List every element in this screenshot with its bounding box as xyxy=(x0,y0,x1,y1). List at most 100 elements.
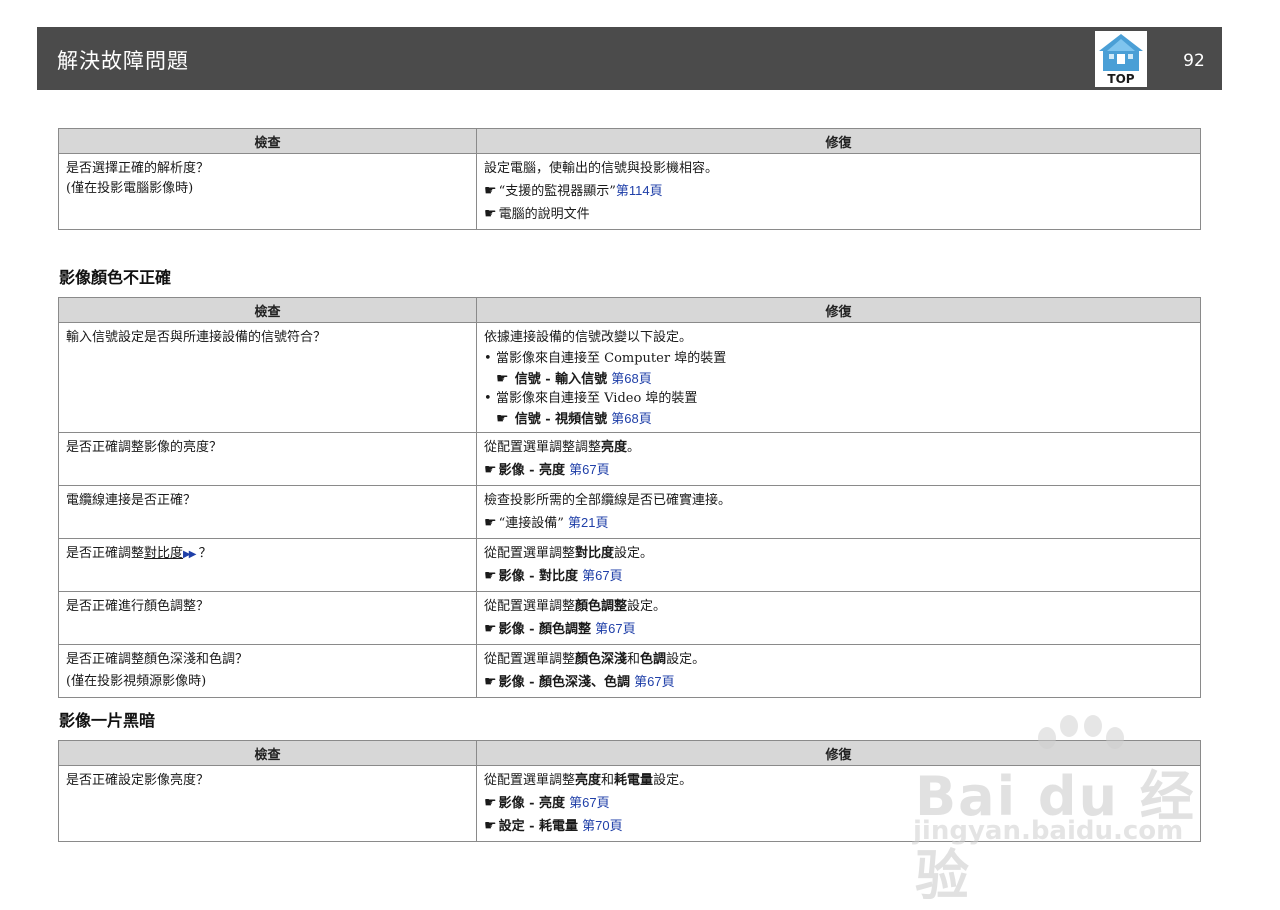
table-header-row: 檢查 修復 xyxy=(58,740,1201,766)
section-title: 影像顏色不正確 xyxy=(59,268,172,287)
page-number: 92 xyxy=(1183,51,1205,71)
setting-name: 色調 xyxy=(640,652,667,667)
menu-path-line: ☛ 影像 - 顏色深淺、色調 第67頁 xyxy=(484,671,1193,694)
fix-text-part: 從配置選單調整 xyxy=(484,773,576,788)
fix-ref-line: ☛ “連接設備” 第21頁 xyxy=(484,512,1193,535)
check-cell: 是否正確進行顏色調整？ xyxy=(58,591,477,645)
menu-path: 影像 - 亮度 xyxy=(498,463,566,478)
glossary-link[interactable]: 對比度 xyxy=(144,546,183,561)
fix-text-part: 和 xyxy=(601,773,615,788)
fix-text-part: 從配置選單調整調整 xyxy=(484,440,602,455)
table-row: 是否正確進行顏色調整？ 從配置選單調整顏色調整設定。 ☛ 影像 - 顏色調整 第6… xyxy=(58,591,1201,645)
menu-path-line: ☛ 信號 - 輸入信號 第68頁 xyxy=(484,369,1193,389)
check-text: 是否正確調整影像的亮度？ xyxy=(66,440,223,455)
fix-text: 從配置選單調整亮度和耗電量設定。 xyxy=(484,770,1193,792)
menu-path: 信號 - 輸入信號 xyxy=(514,372,608,387)
check-note: (僅在投影電腦影像時) xyxy=(66,181,194,196)
menu-path: 影像 - 對比度 xyxy=(498,569,579,584)
top-button[interactable]: TOP xyxy=(1095,31,1147,87)
pointing-hand-icon: ☛ xyxy=(484,621,497,637)
table-row: 是否正確調整顏色深淺和色調？ (僅在投影視頻源影像時) 從配置選單調整顏色深淺和… xyxy=(58,644,1201,698)
page-link[interactable]: 第68頁 xyxy=(611,371,651,386)
fix-text-part: 設定。 xyxy=(627,599,667,614)
fix-cell: 從配置選單調整對比度設定。 ☛ 影像 - 對比度 第67頁 xyxy=(476,538,1201,592)
menu-path-line: ☛ 影像 - 顏色調整 第67頁 xyxy=(484,618,1193,641)
fix-text-part: 從配置選單調整 xyxy=(484,599,576,614)
fix-cell: 從配置選單調整調整亮度。 ☛ 影像 - 亮度 第67頁 xyxy=(476,432,1201,486)
table-row: 是否正確調整對比度▶▶ ？ 從配置選單調整對比度設定。 ☛ 影像 - 對比度 第6… xyxy=(58,538,1201,592)
setting-name: 顏色調整 xyxy=(575,599,628,614)
menu-path: 設定 - 耗電量 xyxy=(498,819,579,834)
pointing-hand-icon: ☛ xyxy=(484,674,497,690)
page-link[interactable]: 第67頁 xyxy=(582,568,622,583)
fix-text-part: 。 xyxy=(627,440,641,455)
ref-title: “連接設備” xyxy=(498,516,564,531)
check-text: 電纜線連接是否正確？ xyxy=(66,493,197,508)
fix-cell: 依據連接設備的信號改變以下設定。 當影像來自連接至 Computer 埠的裝置 … xyxy=(476,322,1201,433)
menu-path: 影像 - 顏色調整 xyxy=(498,622,592,637)
menu-path-line: ☛ 信號 - 視頻信號 第68頁 xyxy=(484,409,1193,429)
page-title: 解決故障問題 xyxy=(57,49,189,73)
col-fix-header: 修復 xyxy=(476,297,1201,323)
check-text: 是否選擇正確的解析度？ xyxy=(66,161,210,176)
bullet-item: 當影像來自連接至 Video 埠的裝置 xyxy=(484,389,1193,409)
pointing-hand-icon: ☛ xyxy=(484,818,497,834)
col-fix-header: 修復 xyxy=(476,740,1201,766)
fix-cell: 從配置選單調整顏色調整設定。 ☛ 影像 - 顏色調整 第67頁 xyxy=(476,591,1201,645)
fix-text-part: 設定。 xyxy=(614,546,654,561)
fix-text: 從配置選單調整顏色深淺和色調設定。 xyxy=(484,649,1193,671)
menu-path: 影像 - 亮度 xyxy=(498,796,566,811)
check-cell: 輸入信號設定是否與所連接設備的信號符合？ xyxy=(58,322,477,433)
fix-text: 設定電腦，使輸出的信號與投影機相容。 xyxy=(484,161,719,176)
check-text: 是否正確進行顏色調整？ xyxy=(66,599,210,614)
fix-text-part: 設定。 xyxy=(653,773,693,788)
fix-text: 檢查投影所需的全部纜線是否已確實連接。 xyxy=(484,493,732,508)
page-link[interactable]: 第68頁 xyxy=(611,411,651,426)
menu-path-line: ☛ 影像 - 對比度 第67頁 xyxy=(484,565,1193,588)
pointing-hand-icon: ☛ xyxy=(484,515,497,531)
check-text-part: 是否正確調整 xyxy=(66,546,145,561)
page-link[interactable]: 第21頁 xyxy=(568,515,608,530)
ref-title: “支援的監視器顯示” xyxy=(498,184,616,199)
check-cell: 是否正確調整對比度▶▶ ？ xyxy=(58,538,477,592)
page-header: 解決故障問題 TOP 92 xyxy=(37,27,1222,90)
fix-text: 從配置選單調整調整亮度。 xyxy=(484,437,1193,459)
pointing-hand-icon: ☛ xyxy=(484,183,497,199)
fix-cell: 檢查投影所需的全部纜線是否已確實連接。 ☛ “連接設備” 第21頁 xyxy=(476,485,1201,539)
table-row: 是否選擇正確的解析度？ (僅在投影電腦影像時) 設定電腦，使輸出的信號與投影機相… xyxy=(58,153,1201,230)
check-text: 是否正確設定影像亮度？ xyxy=(66,773,210,788)
fix-cell: 設定電腦，使輸出的信號與投影機相容。 ☛ “支援的監視器顯示”第114頁 ☛ 電腦的… xyxy=(476,153,1201,230)
page-link[interactable]: 第67頁 xyxy=(569,462,609,477)
check-note: (僅在投影視頻源影像時) xyxy=(66,674,207,689)
table-row: 是否正確調整影像的亮度？ 從配置選單調整調整亮度。 ☛ 影像 - 亮度 第67頁 xyxy=(58,432,1201,486)
menu-path-line: ☛ 設定 - 耗電量 第70頁 xyxy=(484,815,1193,838)
pointing-hand-icon: ☛ xyxy=(496,411,509,427)
page-link[interactable]: 第67頁 xyxy=(634,674,674,689)
check-cell: 是否正確調整顏色深淺和色調？ (僅在投影視頻源影像時) xyxy=(58,644,477,698)
menu-path: 信號 - 視頻信號 xyxy=(514,412,608,427)
col-check-header: 檢查 xyxy=(58,128,477,154)
fix-text-part: 設定。 xyxy=(666,652,706,667)
fix-text-part: 從配置選單調整 xyxy=(484,652,576,667)
pointing-hand-icon: ☛ xyxy=(484,206,497,222)
page-link[interactable]: 第114頁 xyxy=(616,183,663,198)
page-link[interactable]: 第67頁 xyxy=(595,621,635,636)
table-row: 輸入信號設定是否與所連接設備的信號符合？ 依據連接設備的信號改變以下設定。 當影… xyxy=(58,322,1201,433)
top-label: TOP xyxy=(1107,72,1135,86)
fix-text: 從配置選單調整顏色調整設定。 xyxy=(484,596,1193,618)
table-row: 電纜線連接是否正確？ 檢查投影所需的全部纜線是否已確實連接。 ☛ “連接設備” 第… xyxy=(58,485,1201,539)
fix-text-part: 和 xyxy=(627,652,641,667)
check-cell: 是否正確設定影像亮度？ xyxy=(58,765,477,842)
check-text-part: ？ xyxy=(198,546,212,561)
section-title: 影像一片黑暗 xyxy=(59,711,156,730)
bullet-item: 當影像來自連接至 Computer 埠的裝置 xyxy=(484,349,1193,369)
dark-image-table: 檢查 修復 是否正確設定影像亮度？ 從配置選單調整亮度和耗電量設定。 ☛ 影像 -… xyxy=(58,740,1201,842)
check-cell: 是否選擇正確的解析度？ (僅在投影電腦影像時) xyxy=(58,153,477,230)
setting-name: 顏色深淺 xyxy=(575,652,628,667)
color-table: 檢查 修復 輸入信號設定是否與所連接設備的信號符合？ 依據連接設備的信號改變以下… xyxy=(58,297,1201,698)
fix-ref-line: ☛ “支援的監視器顯示”第114頁 xyxy=(484,180,1193,203)
page-link[interactable]: 第70頁 xyxy=(582,818,622,833)
ref-title: 電腦的說明文件 xyxy=(498,207,590,222)
page-link[interactable]: 第67頁 xyxy=(569,795,609,810)
double-triangle-icon[interactable]: ▶▶ xyxy=(183,549,196,560)
